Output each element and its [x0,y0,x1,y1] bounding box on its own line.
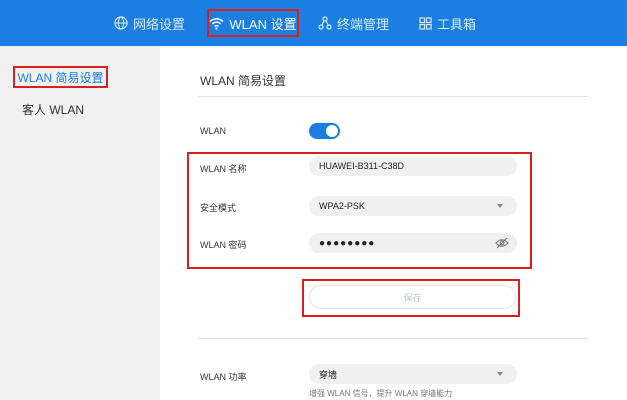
nav-wlan-label: WLAN 设置 [229,16,297,32]
wlan-power-value: 穿墙 [319,369,338,380]
security-mode-value: WPA2-PSK [319,201,365,211]
sidebar: WLAN 简易设置 客人 WLAN [0,46,160,400]
sidebar-item-wlan-simple[interactable]: WLAN 简易设置 [13,66,108,88]
password-label: WLAN 密码 [200,240,247,250]
top-nav-bar: 网络设置 WLAN 设置 终端管理 工具箱 [0,0,627,46]
wlan-power-select[interactable]: 穿墙 [309,364,517,384]
sidebar-item-guest-wlan[interactable]: 客人 WLAN [22,101,84,118]
network-nodes-icon [318,16,332,30]
wifi-icon [209,17,224,30]
security-mode-select[interactable]: WPA2-PSK [309,196,517,216]
globe-icon [114,16,128,30]
security-mode-label: 安全模式 [200,203,237,213]
wlan-power-hint: 增强 WLAN 信号，提升 WLAN 穿墙能力 [309,389,453,398]
nav-terminal-management[interactable]: 终端管理 [318,0,389,46]
eye-off-icon[interactable] [495,237,509,249]
password-value: ●●●●●●●● [319,237,376,249]
nav-wlan-settings[interactable]: WLAN 设置 [207,9,299,37]
ssid-label: WLAN 名称 [200,164,247,174]
chevron-down-icon [497,204,503,208]
ssid-value: HUAWEI-B311-C38D [319,161,405,171]
wlan-toggle-label: WLAN [200,126,227,136]
toggle-knob [326,125,338,137]
nav-toolbox-label: 工具箱 [437,16,477,32]
page-title: WLAN 简易设置 [200,74,287,88]
main-panel: WLAN 简易设置 WLAN WLAN 名称 HUAWEI-B311-C38D … [160,46,627,400]
password-input[interactable]: ●●●●●●●● [309,233,517,253]
nav-terminal-label: 终端管理 [337,16,390,32]
wlan-toggle[interactable] [309,123,340,139]
section-divider [198,338,588,339]
nav-network-settings[interactable]: 网络设置 [114,0,185,46]
wlan-power-label: WLAN 功率 [200,372,247,382]
nav-network-label: 网络设置 [133,16,186,32]
save-button[interactable]: 保存 [309,285,516,309]
nav-toolbox[interactable]: 工具箱 [419,0,476,46]
title-divider [198,96,588,97]
chevron-down-icon [497,372,503,376]
grid-tools-icon [419,16,432,30]
ssid-input[interactable]: HUAWEI-B311-C38D [309,156,517,176]
